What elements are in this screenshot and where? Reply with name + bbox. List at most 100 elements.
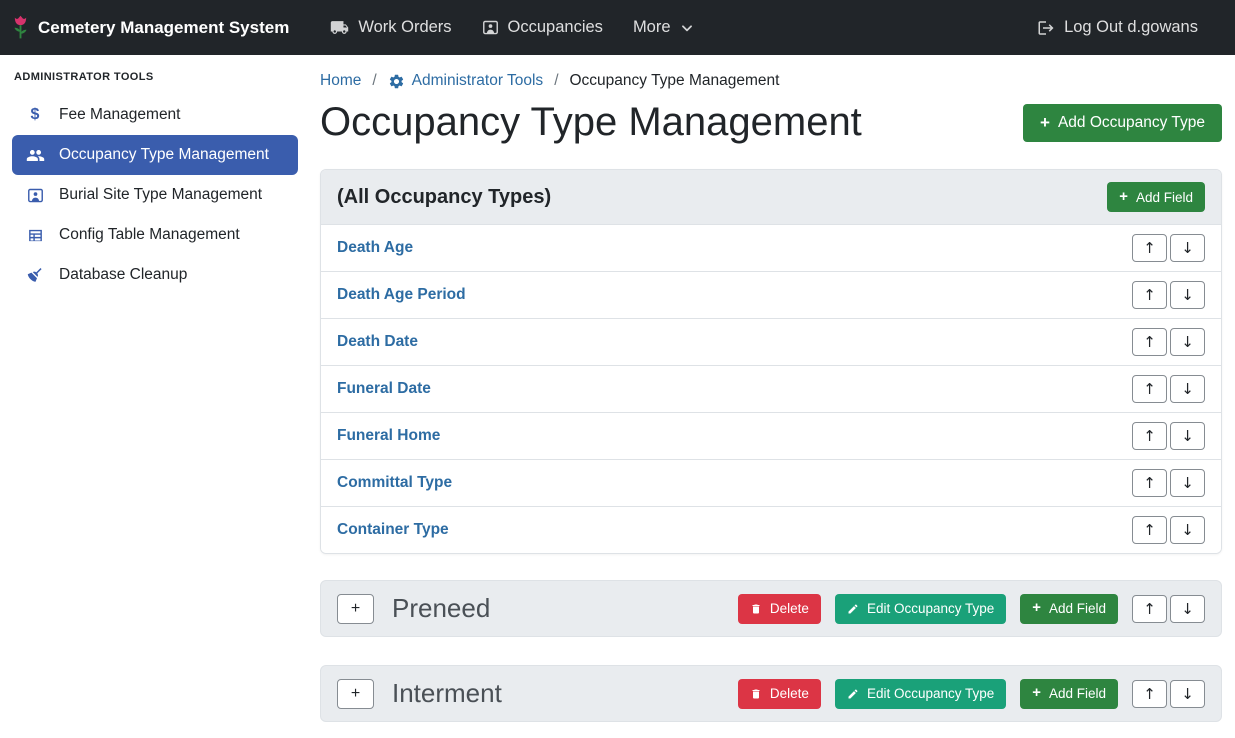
reorder-controls: ↑ ↓ [1132,375,1205,403]
move-down-button[interactable]: ↓ [1170,422,1205,450]
move-down-button[interactable]: ↓ [1170,375,1205,403]
add-field-button[interactable]: + Add Field [1020,679,1118,709]
broom-icon [24,266,46,284]
add-occupancy-type-button[interactable]: + Add Occupancy Type [1023,104,1222,142]
field-row: Death Age Period ↑ ↓ [321,271,1221,318]
plus-icon: + [1032,601,1041,616]
plus-icon: + [1040,114,1050,131]
arrow-down-icon: ↓ [1181,286,1194,304]
move-up-button[interactable]: ↑ [1132,328,1167,356]
trash-icon [750,603,762,615]
sidebar-item-label: Config Table Management [59,226,240,244]
expand-button[interactable]: + [337,679,374,709]
sidebar-item-label: Database Cleanup [59,266,187,284]
field-row: Death Age ↑ ↓ [321,224,1221,271]
page-title: Occupancy Type Management [320,100,862,145]
move-down-button[interactable]: ↓ [1170,469,1205,497]
field-link[interactable]: Death Age Period [337,286,466,304]
gear-icon [388,73,405,90]
add-field-button[interactable]: + Add Field [1107,182,1205,212]
logout-icon [1037,19,1055,37]
move-up-button[interactable]: ↑ [1132,234,1167,262]
arrow-up-icon: ↑ [1143,427,1156,445]
move-down-button[interactable]: ↓ [1170,680,1205,708]
sidebar-heading: Administrator Tools [0,59,310,95]
person-frame-icon [482,19,499,36]
sidebar-item-fee-management[interactable]: $ Fee Management [12,95,298,135]
arrow-up-icon: ↑ [1143,239,1156,257]
move-down-button[interactable]: ↓ [1170,234,1205,262]
reorder-controls: ↑ ↓ [1132,234,1205,262]
edit-occupancy-type-button[interactable]: Edit Occupancy Type [835,679,1006,709]
move-down-button[interactable]: ↓ [1170,281,1205,309]
sidebar-item-database-cleanup[interactable]: Database Cleanup [12,255,298,295]
arrow-down-icon: ↓ [1181,474,1194,492]
button-label: Edit Occupancy Type [867,686,994,701]
occupancy-type-section: + Interment Delete Edit Occupancy T [320,665,1222,722]
nav-work-orders[interactable]: Work Orders [315,10,466,45]
sidebar-item-burial-site-type-management[interactable]: Burial Site Type Management [12,175,298,215]
breadcrumb-home-link[interactable]: Home [320,72,361,90]
arrow-up-icon: ↑ [1143,685,1156,703]
navbar-right: Log Out d.gowans [1022,10,1213,45]
sidebar-item-config-table-management[interactable]: Config Table Management [12,215,298,255]
logout-button[interactable]: Log Out d.gowans [1022,10,1213,45]
arrow-down-icon: ↓ [1181,427,1194,445]
plus-icon: + [1032,686,1041,701]
card-header: (All Occupancy Types) + Add Field [321,170,1221,224]
arrow-down-icon: ↓ [1181,239,1194,257]
reorder-controls: ↑ ↓ [1132,422,1205,450]
reorder-controls: ↑ ↓ [1132,328,1205,356]
field-link[interactable]: Death Date [337,333,418,351]
add-field-button[interactable]: + Add Field [1020,594,1118,624]
navbar-links: Work Orders Occupancies More [315,10,708,45]
delete-button[interactable]: Delete [738,594,821,624]
field-row: Death Date ↑ ↓ [321,318,1221,365]
pencil-icon [847,688,859,700]
move-up-button[interactable]: ↑ [1132,595,1167,623]
field-link[interactable]: Funeral Date [337,380,431,398]
plus-icon: + [351,685,360,703]
plus-icon: + [351,600,360,618]
breadcrumb: Home / Administrator Tools / Occupancy T… [320,72,1222,90]
breadcrumb-admin-tools-link[interactable]: Administrator Tools [388,72,544,90]
arrow-down-icon: ↓ [1181,521,1194,539]
reorder-controls: ↑ ↓ [1132,680,1205,708]
move-up-button[interactable]: ↑ [1132,516,1167,544]
nav-more[interactable]: More [618,10,709,45]
breadcrumb-separator: / [372,72,376,90]
field-link[interactable]: Death Age [337,239,413,257]
field-link[interactable]: Committal Type [337,474,452,492]
section-actions: Delete Edit Occupancy Type + Add Field ↑ [738,679,1205,709]
plus-icon: + [1119,190,1128,205]
app-brand[interactable]: Cemetery Management System [12,15,289,41]
nav-label: Work Orders [358,18,451,37]
edit-occupancy-type-button[interactable]: Edit Occupancy Type [835,594,1006,624]
arrow-down-icon: ↓ [1181,380,1194,398]
section-title: Interment [392,678,502,709]
move-up-button[interactable]: ↑ [1132,422,1167,450]
move-up-button[interactable]: ↑ [1132,375,1167,403]
sidebar-item-label: Occupancy Type Management [59,146,269,164]
move-up-button[interactable]: ↑ [1132,469,1167,497]
move-up-button[interactable]: ↑ [1132,281,1167,309]
move-down-button[interactable]: ↓ [1170,595,1205,623]
logout-label: Log Out d.gowans [1064,18,1198,37]
move-down-button[interactable]: ↓ [1170,328,1205,356]
all-occupancy-types-card: (All Occupancy Types) + Add Field Death … [320,169,1222,554]
nav-occupancies[interactable]: Occupancies [467,10,618,45]
reorder-controls: ↑ ↓ [1132,281,1205,309]
field-link[interactable]: Funeral Home [337,427,440,445]
move-down-button[interactable]: ↓ [1170,516,1205,544]
delete-button[interactable]: Delete [738,679,821,709]
person-frame-icon [24,187,46,204]
field-row: Container Type ↑ ↓ [321,506,1221,553]
card-title: (All Occupancy Types) [337,186,551,209]
occupancy-type-section: + Preneed Delete Edit Occupancy Typ [320,580,1222,637]
move-up-button[interactable]: ↑ [1132,680,1167,708]
field-link[interactable]: Container Type [337,521,449,539]
field-row: Funeral Date ↑ ↓ [321,365,1221,412]
sidebar-item-occupancy-type-management[interactable]: Occupancy Type Management [12,135,298,175]
expand-button[interactable]: + [337,594,374,624]
breadcrumb-current: Occupancy Type Management [570,72,780,90]
